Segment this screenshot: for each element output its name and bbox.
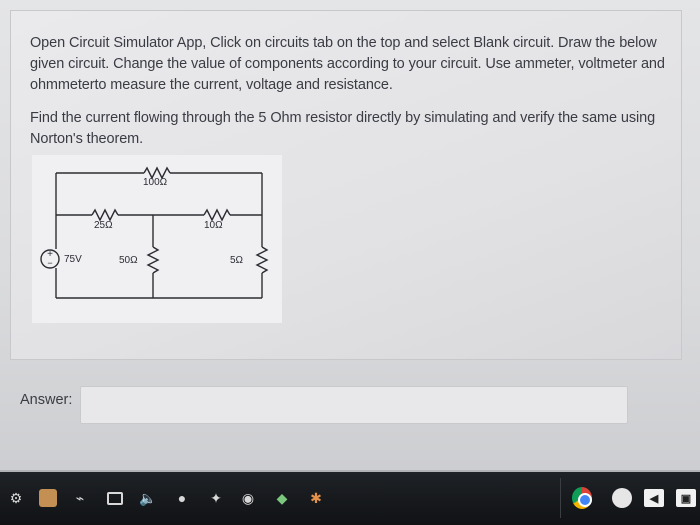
answer-label: Answer: (20, 392, 73, 408)
question-instructions: Open Circuit Simulator App, Click on cir… (30, 35, 665, 93)
battery-icon[interactable] (105, 488, 125, 508)
store-icon[interactable]: ▣ (676, 488, 696, 508)
volume-icon[interactable]: 🔈 (138, 488, 158, 508)
photos-icon[interactable]: ✦ (206, 488, 226, 508)
files-icon[interactable] (38, 488, 58, 508)
answer-input[interactable] (80, 386, 628, 424)
wifi-icon[interactable]: ⌁ (70, 488, 90, 508)
cloud-icon[interactable]: ● (172, 488, 192, 508)
circuit-diagram: + − 100Ω 25Ω 10Ω 75V 50Ω 5Ω (32, 155, 282, 323)
security-icon[interactable]: ◆ (272, 488, 292, 508)
label-r-mid-vertical: 50Ω (119, 255, 138, 266)
svg-text:−: − (47, 258, 52, 268)
camera-icon[interactable]: ◉ (238, 488, 258, 508)
label-r-left: 25Ω (94, 220, 113, 231)
chrome-icon[interactable] (572, 487, 592, 509)
taskbar: ⚙ ⌁ 🔈 ● ✦ ◉ ◆ ✱ ◀ ▣ (0, 472, 700, 525)
app-icon[interactable]: ✱ (306, 488, 326, 508)
video-icon[interactable]: ◀ (644, 488, 664, 508)
label-r-right: 10Ω (204, 220, 223, 231)
settings-gear-icon[interactable]: ⚙ (6, 488, 26, 508)
profile-icon[interactable] (612, 488, 632, 508)
label-r-top: 100Ω (143, 177, 168, 188)
label-r-right-vertical: 5Ω (230, 255, 244, 266)
label-source: 75V (64, 254, 82, 265)
taskbar-separator (560, 478, 561, 518)
question-task: Find the current flowing through the 5 O… (30, 110, 656, 147)
